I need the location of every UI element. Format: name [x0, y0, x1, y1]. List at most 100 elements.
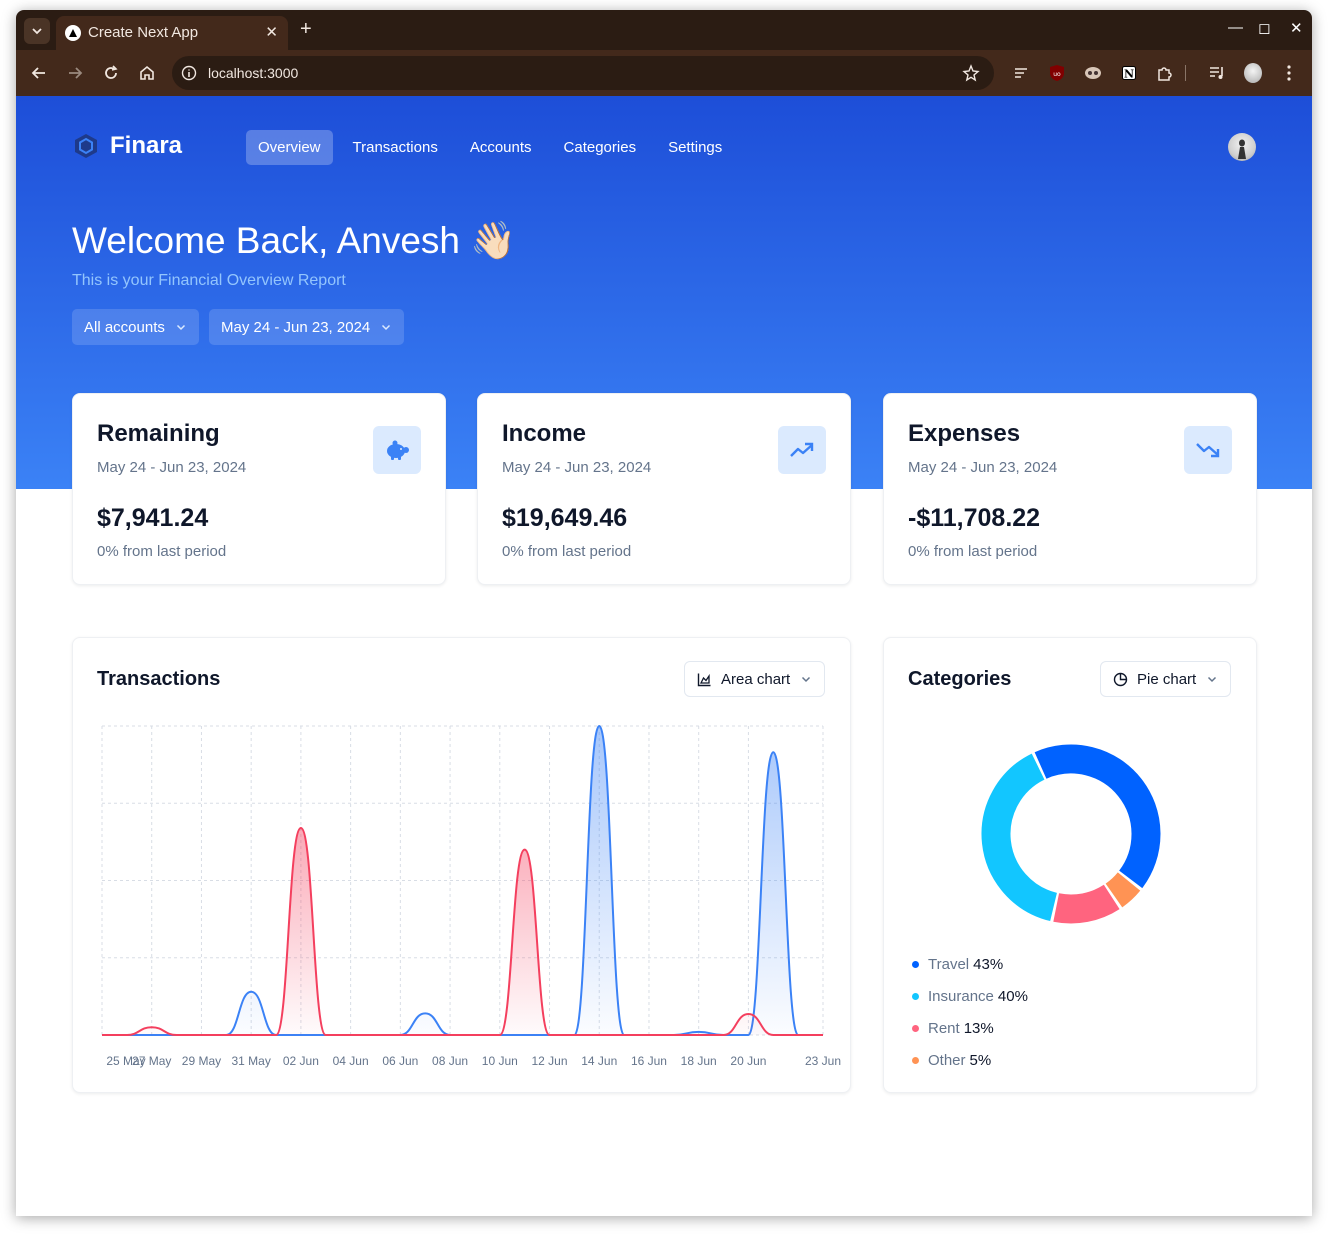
- logo-hexagon-icon: [75, 134, 97, 158]
- main-nav: Overview Transactions Accounts Categorie…: [246, 130, 742, 165]
- x-tick-label: 29 May: [182, 1054, 221, 1068]
- stat-change: 0% from last period: [908, 543, 1038, 560]
- stat-title: Expenses: [908, 420, 1021, 447]
- pie-slice-other[interactable]: [1105, 871, 1141, 908]
- minimize-icon[interactable]: —: [1228, 19, 1243, 36]
- x-tick-label: 12 Jun: [532, 1054, 568, 1068]
- extension-face-icon[interactable]: [1084, 64, 1102, 82]
- new-tab-icon[interactable]: +: [300, 18, 312, 40]
- tab-bar: Create Next App ✕ + — ◻ ✕: [16, 10, 1312, 50]
- stat-range: May 24 - Jun 23, 2024: [97, 459, 247, 476]
- stat-value: $19,649.46: [502, 504, 628, 532]
- x-tick-label: 18 Jun: [681, 1054, 717, 1068]
- legend-item-travel: Travel 43%: [912, 948, 1028, 980]
- site-info-icon[interactable]: [181, 65, 197, 81]
- legend-dot: [912, 992, 919, 1000]
- pie-slice-travel[interactable]: [1034, 744, 1161, 889]
- trending-up-icon: [778, 426, 826, 474]
- x-tick-label: 27 May: [132, 1054, 171, 1068]
- url-text: localhost:3000: [208, 65, 299, 81]
- x-tick-label: 14 Jun: [581, 1054, 617, 1068]
- profile-avatar-icon[interactable]: [1244, 63, 1262, 83]
- pie-slice-rent[interactable]: [1053, 884, 1120, 924]
- transactions-panel: Transactions Area chart 25 May 27 May 29…: [72, 637, 851, 1093]
- nextjs-favicon-icon: [65, 25, 81, 41]
- nav-overview[interactable]: Overview: [246, 130, 333, 165]
- stat-range: May 24 - Jun 23, 2024: [502, 459, 652, 476]
- chevron-down-icon: [176, 324, 185, 331]
- x-tick-label: 23 Jun: [805, 1054, 841, 1068]
- transactions-area-chart: 25 May27 May 29 May 31 May 02 Jun 04 Jun 06 J…: [101, 724, 841, 1068]
- trending-down-icon: [1184, 426, 1232, 474]
- stat-range: May 24 - Jun 23, 2024: [908, 459, 1058, 476]
- user-avatar[interactable]: [1228, 133, 1256, 161]
- pie-slice-insurance[interactable]: [981, 753, 1058, 922]
- reload-icon[interactable]: [102, 64, 120, 82]
- reading-list-icon[interactable]: [1012, 64, 1030, 82]
- account-filter-select[interactable]: All accounts: [72, 309, 199, 345]
- stat-title: Remaining: [97, 420, 220, 447]
- browser-tab[interactable]: Create Next App ✕: [56, 16, 288, 50]
- close-tab-icon[interactable]: ✕: [265, 23, 278, 41]
- x-tick-label: 02 Jun: [283, 1054, 319, 1068]
- chevron-down-icon: [32, 28, 42, 35]
- stat-value: -$11,708.22: [908, 504, 1041, 532]
- stat-change: 0% from last period: [502, 543, 632, 560]
- welcome-heading: Welcome Back, Anvesh 👋🏻: [72, 220, 517, 261]
- legend-percent: 43%: [973, 955, 1004, 973]
- legend-label: Insurance: [928, 987, 994, 1005]
- nav-categories[interactable]: Categories: [552, 130, 649, 165]
- maximize-icon[interactable]: ◻: [1258, 19, 1270, 37]
- media-control-icon[interactable]: [1208, 64, 1226, 82]
- nav-accounts[interactable]: Accounts: [458, 130, 544, 165]
- x-tick-label: 31 May: [231, 1054, 270, 1068]
- browser-toolbar: localhost:3000 uo N: [16, 50, 1312, 96]
- x-tick-label: 20 Jun: [730, 1054, 766, 1068]
- piggy-bank-icon: [373, 426, 421, 474]
- legend-item-rent: Rent 13%: [912, 1012, 1028, 1044]
- back-icon[interactable]: [30, 64, 48, 82]
- close-window-icon[interactable]: ✕: [1290, 19, 1303, 37]
- legend-percent: 13%: [963, 1019, 994, 1037]
- bookmark-star-icon[interactable]: [962, 64, 980, 82]
- forward-icon[interactable]: [66, 64, 84, 82]
- tab-title: Create Next App: [88, 24, 199, 41]
- ublock-extension-icon[interactable]: uo: [1048, 64, 1066, 82]
- extensions-puzzle-icon[interactable]: [1156, 64, 1174, 82]
- home-icon[interactable]: [138, 64, 156, 82]
- legend-item-insurance: Insurance 40%: [912, 980, 1028, 1012]
- date-range-label: May 24 - Jun 23, 2024: [221, 318, 371, 336]
- address-bar[interactable]: localhost:3000: [172, 56, 994, 90]
- x-tick-label: 16 Jun: [631, 1054, 667, 1068]
- brand-logo[interactable]: Finara: [72, 132, 182, 160]
- account-filter-label: All accounts: [84, 318, 165, 336]
- app-page: Finara Overview Transactions Accounts Ca…: [16, 96, 1312, 1216]
- nav-transactions[interactable]: Transactions: [341, 130, 450, 165]
- svg-text:N: N: [1124, 68, 1134, 81]
- legend-percent: 5%: [969, 1051, 992, 1069]
- brand-name: Finara: [110, 132, 183, 159]
- date-range-filter[interactable]: May 24 - Jun 23, 2024: [209, 309, 405, 345]
- legend-percent: 40%: [997, 987, 1028, 1005]
- legend-dot: [912, 960, 919, 968]
- x-tick-label: 08 Jun: [432, 1054, 468, 1068]
- x-tick-label: 04 Jun: [333, 1054, 369, 1068]
- stat-value: $7,941.24: [97, 504, 209, 532]
- categories-donut-chart: [981, 744, 1161, 924]
- x-tick-label: 10 Jun: [482, 1054, 518, 1068]
- nav-settings[interactable]: Settings: [656, 130, 734, 165]
- legend-label: Other: [928, 1051, 966, 1069]
- notion-extension-icon[interactable]: N: [1120, 64, 1138, 82]
- browser-menu-icon[interactable]: [1280, 64, 1298, 82]
- tab-search-button[interactable]: [24, 18, 50, 44]
- legend-dot: [912, 1056, 919, 1064]
- expenses-line: [102, 826, 823, 1036]
- legend-label: Travel: [928, 955, 970, 973]
- chevron-down-icon: [382, 324, 391, 331]
- expenses-area: [102, 827, 823, 1035]
- categories-panel: Categories Pie chart Travel 43% Insuranc…: [883, 637, 1257, 1093]
- x-tick-label: 06 Jun: [382, 1054, 418, 1068]
- stat-change: 0% from last period: [97, 543, 227, 560]
- legend-label: Rent: [928, 1019, 960, 1037]
- stat-title: Income: [502, 420, 587, 447]
